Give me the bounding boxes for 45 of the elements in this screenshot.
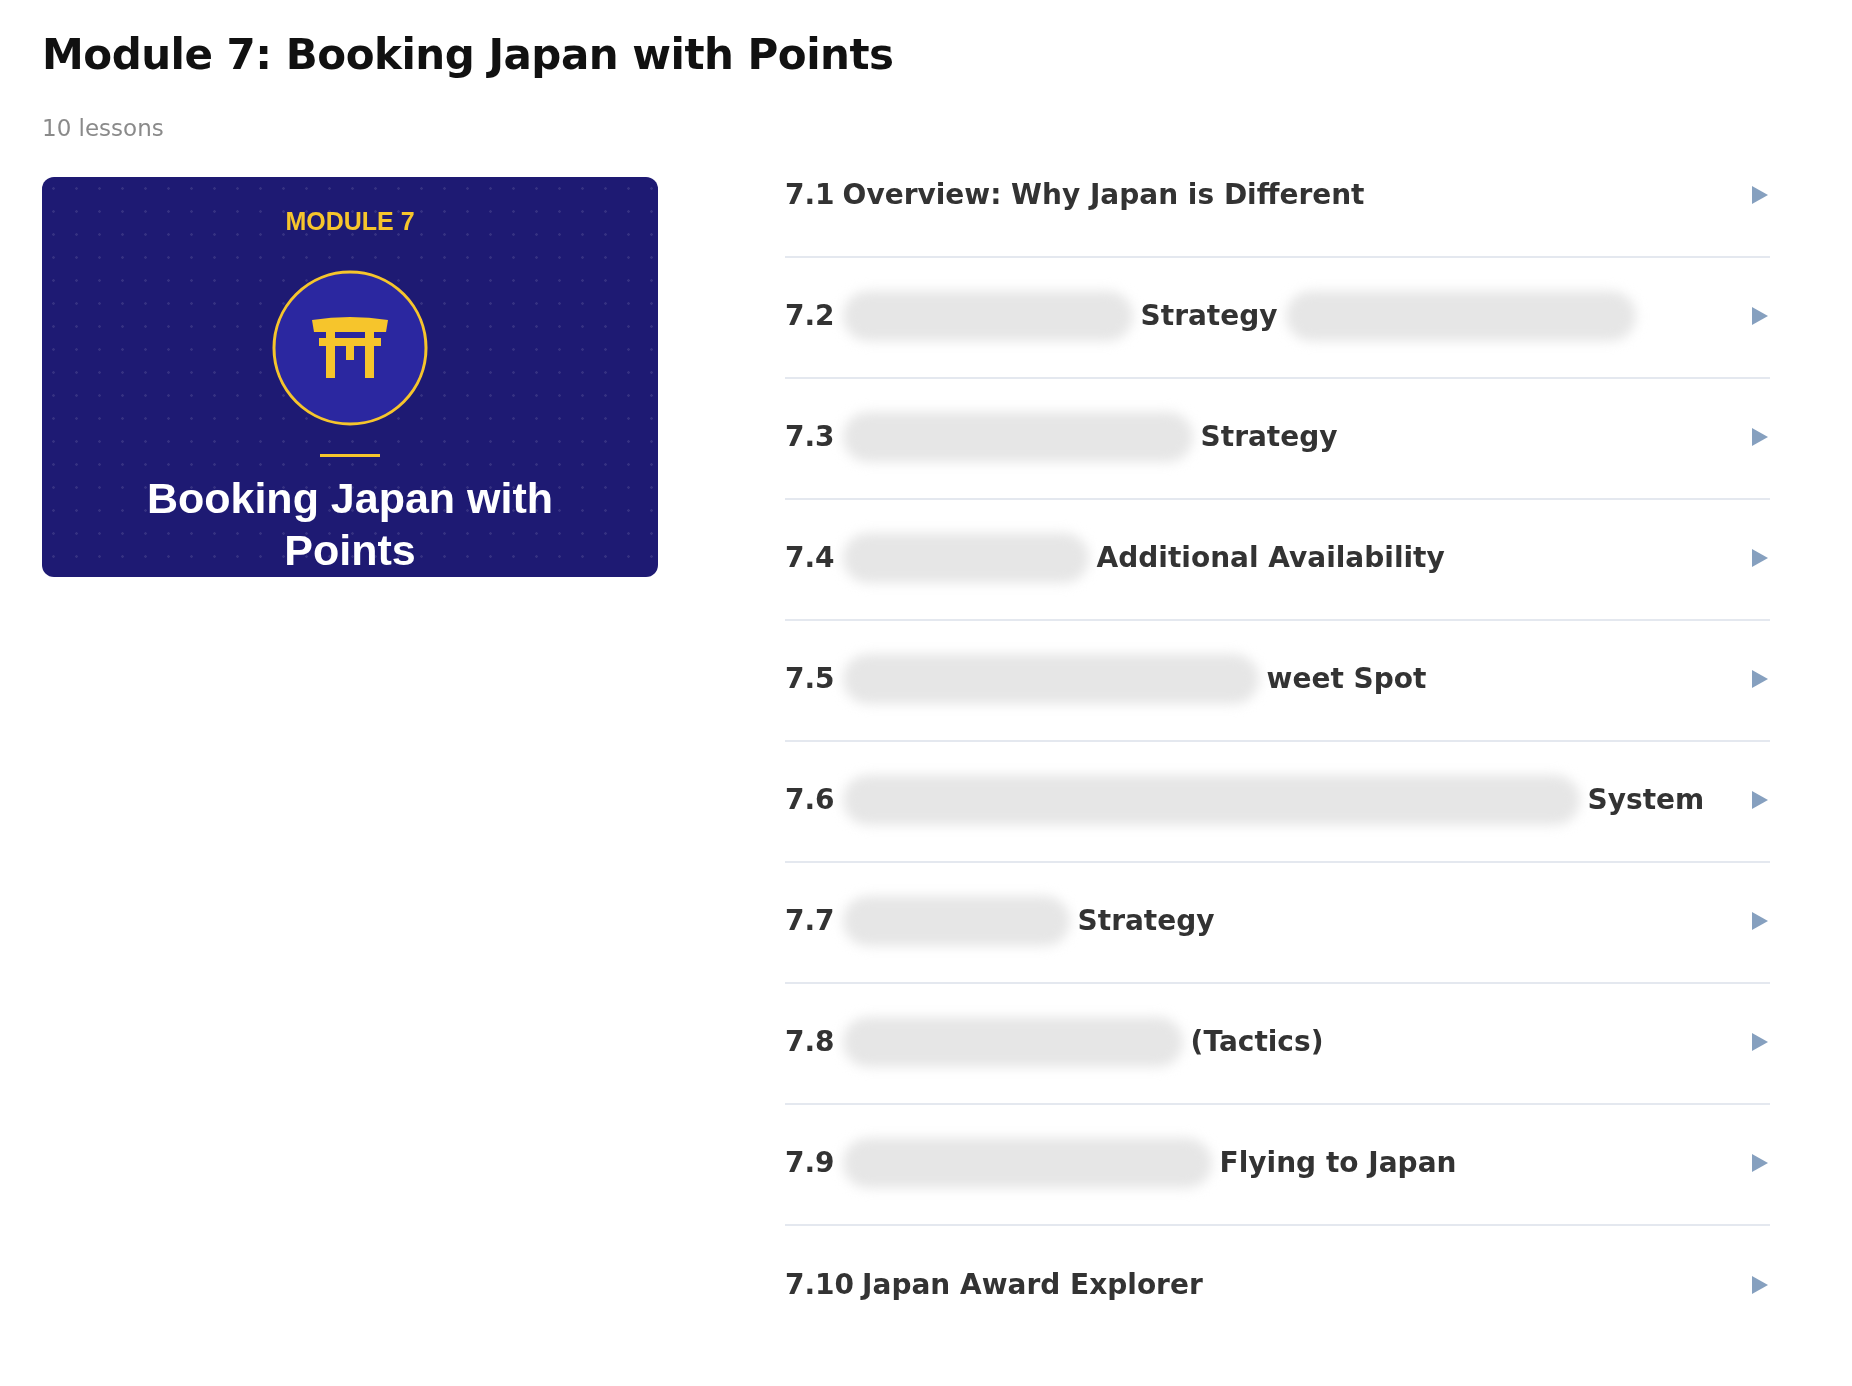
lesson-number: 7.7	[785, 904, 835, 937]
lesson-count: 10 lessons	[42, 115, 164, 141]
lesson-row[interactable]: 7.4 Additional Availability	[785, 500, 1770, 621]
cover-eyebrow: MODULE 7	[285, 207, 415, 236]
lesson-number: 7.4	[785, 541, 835, 574]
lesson-row[interactable]: 7.6 System	[785, 742, 1770, 863]
lesson-number: 7.3	[785, 420, 835, 453]
lesson-title: Strategy	[1140, 299, 1278, 332]
lesson-row[interactable]: 7.5 weet Spot	[785, 621, 1770, 742]
lesson-number: 7.10	[785, 1268, 855, 1301]
lesson-number: 7.5	[785, 662, 835, 695]
lesson-row[interactable]: 7.7 Strategy	[785, 863, 1770, 984]
lesson-row[interactable]: 7.9 Flying to Japan	[785, 1105, 1770, 1226]
lesson-title: Japan Award Explorer	[862, 1268, 1203, 1301]
play-arrow-icon	[1750, 909, 1770, 932]
lesson-number: 7.9	[785, 1146, 835, 1179]
lesson-number: 7.8	[785, 1025, 835, 1058]
lesson-row[interactable]: 7.8 (Tactics)	[785, 984, 1770, 1105]
lesson-number: 7.1	[785, 178, 835, 211]
play-arrow-icon	[1750, 425, 1770, 448]
lesson-title: (Tactics)	[1190, 1025, 1324, 1058]
play-arrow-icon	[1750, 1273, 1770, 1296]
lesson-title: System	[1587, 783, 1705, 816]
lesson-title: Strategy	[1077, 904, 1215, 937]
lesson-row[interactable]: 7.1 Overview: Why Japan is Different	[785, 137, 1770, 258]
lesson-row[interactable]: 7.3 Strategy	[785, 379, 1770, 500]
lesson-title: Strategy	[1200, 420, 1338, 453]
lesson-title: Overview: Why Japan is Different	[842, 178, 1365, 211]
play-arrow-icon	[1750, 1030, 1770, 1053]
play-arrow-icon	[1750, 546, 1770, 569]
lesson-row[interactable]: 7.10 Japan Award Explorer	[785, 1226, 1770, 1347]
play-arrow-icon	[1750, 788, 1770, 811]
lesson-number: 7.6	[785, 783, 835, 816]
lesson-title: weet Spot	[1266, 662, 1427, 695]
play-arrow-icon	[1750, 183, 1770, 206]
lesson-number: 7.2	[785, 299, 835, 332]
play-arrow-icon	[1750, 667, 1770, 690]
play-arrow-icon	[1750, 1151, 1770, 1174]
lesson-row[interactable]: 7.2 Strategy	[785, 258, 1770, 379]
lesson-title: Additional Availability	[1096, 541, 1445, 574]
torii-gate-icon	[272, 270, 428, 426]
lesson-title: Flying to Japan	[1219, 1146, 1457, 1179]
cover-title: Booking Japan with Points	[145, 473, 555, 576]
module-title: Module 7: Booking Japan with Points	[42, 30, 895, 79]
play-arrow-icon	[1750, 304, 1770, 327]
